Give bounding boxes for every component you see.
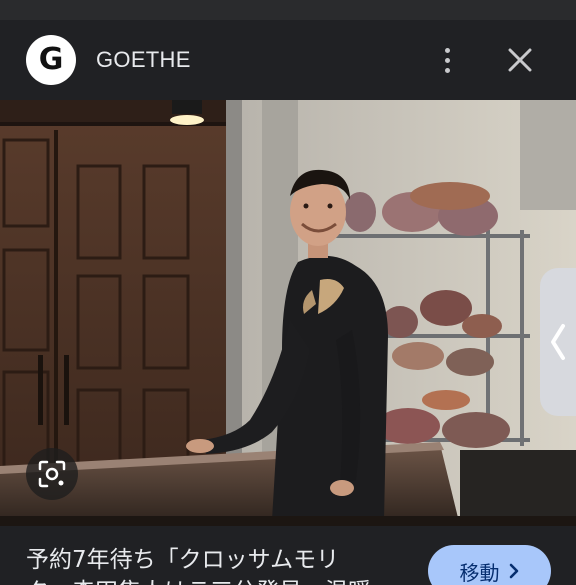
site-logo: G xyxy=(26,35,76,85)
more-options-button[interactable] xyxy=(432,42,462,78)
chevron-left-icon xyxy=(551,324,565,360)
article-title-line1: 予約7年待ち「クロッサムモリ xyxy=(26,547,340,573)
site-logo-letter: G xyxy=(38,42,64,77)
close-icon xyxy=(508,48,532,72)
status-strip xyxy=(0,0,576,20)
side-panel-tab[interactable] xyxy=(540,268,576,416)
visit-button-label: 移動 xyxy=(459,560,500,585)
more-vert-dot xyxy=(444,67,450,73)
lens-search-button[interactable] xyxy=(26,448,78,500)
article-title[interactable]: 予約7年待ち「クロッサムモリ タ」森田隼人はラ三分発見、温暖 xyxy=(26,544,406,585)
site-name: GOETHE xyxy=(96,47,191,72)
chevron-right-icon xyxy=(509,563,518,579)
article-image[interactable] xyxy=(0,100,576,526)
more-vert-icon xyxy=(444,47,450,53)
caption-bar: 予約7年待ち「クロッサムモリ タ」森田隼人はラ三分発見、温暖 移動 xyxy=(0,526,576,585)
lens-search-icon xyxy=(38,460,66,488)
close-button[interactable] xyxy=(505,45,535,75)
article-image-illustration xyxy=(0,100,576,526)
visit-button[interactable]: 移動 xyxy=(428,545,551,585)
more-vert-dot xyxy=(444,57,450,63)
viewer-header: G GOETHE xyxy=(0,20,576,100)
article-title-line2: タ」森田隼人はラ三分発見、温暖 xyxy=(26,576,406,585)
